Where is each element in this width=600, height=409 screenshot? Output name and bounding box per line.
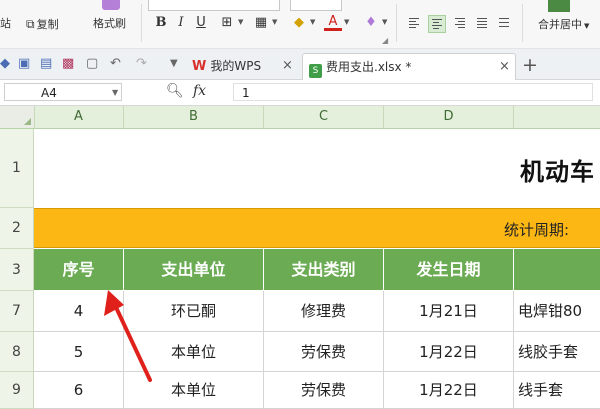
table-cell[interactable]: 1月22日 [384, 332, 514, 372]
format-painter-button[interactable]: 格式刷 [93, 14, 126, 34]
table-cell[interactable]: 电焊钳80 [514, 291, 600, 332]
format-painter-label: 格式刷 [93, 17, 126, 30]
row-header-7[interactable]: 7 [0, 291, 34, 332]
align-right-icon[interactable] [452, 15, 468, 31]
italic-button[interactable]: I [172, 14, 190, 32]
justify-icon[interactable] [474, 15, 490, 31]
chevron-down-icon: ▼ [584, 22, 590, 30]
chevron-down-icon[interactable]: ▼ [238, 18, 243, 26]
chevron-down-icon[interactable]: ▼ [112, 84, 118, 102]
row-header-9[interactable]: 9 [0, 372, 34, 409]
column-header-d[interactable]: D [384, 106, 514, 128]
save-icon[interactable]: ▣ [18, 56, 30, 72]
underline-button[interactable]: U [192, 14, 210, 32]
table-cell[interactable]: 本单位 [124, 372, 264, 409]
new-tab-button[interactable]: + [522, 53, 538, 77]
row-header-1[interactable]: 1 [0, 129, 34, 208]
header-cell-no[interactable]: 序号 [34, 249, 124, 290]
redo-icon[interactable]: ↷ [136, 56, 147, 72]
sheet-title: 机动车 [520, 158, 595, 186]
table-cell[interactable]: 6 [34, 372, 124, 409]
merge-center-button[interactable]: 合并居中 ▼ [538, 16, 589, 32]
distributed-align-icon[interactable] [496, 15, 512, 31]
print-icon[interactable]: ▩ [62, 56, 74, 72]
header-cell-unit[interactable]: 支出单位 [124, 249, 264, 290]
table-cell[interactable]: 劳保费 [264, 372, 384, 409]
column-header-b[interactable]: B [124, 106, 264, 128]
column-header-c[interactable]: C [264, 106, 384, 128]
tab-my-wps[interactable]: W 我的WPS × [192, 53, 300, 79]
select-all-corner[interactable] [0, 106, 35, 128]
borders-icon[interactable]: ⊞ [218, 14, 236, 32]
insert-function-button[interactable]: fx [193, 83, 206, 99]
clear-format-icon[interactable]: ♦ [362, 14, 380, 32]
row-header-3[interactable]: 3 [0, 249, 34, 291]
ribbon-toolbar: 站 ⧉ 复制 格式刷 B I U ⊞ ▼ ▦ ▼ ◆ ▼ A ▼ ♦ ▼ ◢ 合并… [0, 0, 600, 49]
table-cell[interactable]: 5 [34, 332, 124, 372]
column-header-bar: A B C D [0, 106, 600, 129]
spreadsheet-file-icon: S [309, 64, 322, 78]
tab-my-wps-label: 我的WPS [210, 59, 262, 73]
paste-label: 站 [0, 17, 11, 30]
table-cell[interactable]: 1月22日 [384, 372, 514, 409]
font-color-button[interactable]: A [324, 14, 342, 31]
customize-dropdown-icon[interactable]: ▼ [170, 56, 178, 72]
paste-button[interactable]: 站 [0, 14, 11, 34]
copy-label: 复制 [36, 18, 59, 31]
print-preview-icon[interactable]: ▢ [86, 56, 98, 72]
merge-center-label: 合并居中 [538, 18, 582, 31]
chevron-down-icon[interactable]: ▼ [382, 18, 387, 26]
table-cell[interactable]: 劳保费 [264, 332, 384, 372]
align-center-icon[interactable] [428, 15, 446, 33]
chevron-down-icon[interactable]: ▼ [310, 18, 315, 26]
row-header-8[interactable]: 8 [0, 332, 34, 372]
font-dialog-launcher-icon[interactable]: ◢ [382, 36, 388, 45]
font-name-input[interactable] [148, 0, 280, 11]
merge-center-icon[interactable] [548, 0, 570, 12]
group-divider [396, 4, 397, 42]
table-cell[interactable]: 修理费 [264, 291, 384, 332]
undo-icon[interactable]: ↶ [110, 56, 121, 72]
font-size-input[interactable] [290, 0, 342, 11]
copy-icon: ⧉ [26, 17, 35, 31]
name-box[interactable]: A4 [4, 83, 122, 101]
table-cell[interactable]: 本单位 [124, 332, 264, 372]
header-cell-item[interactable] [514, 249, 600, 290]
table-cell[interactable]: 线胶手套 [514, 332, 600, 372]
formula-bar: A4 ▼ 🔍︎ fx 1 [0, 80, 600, 106]
period-label: 统计周期: [504, 221, 570, 239]
close-icon[interactable]: × [282, 53, 293, 79]
chevron-down-icon[interactable]: ▼ [272, 18, 277, 26]
table-cell[interactable]: 4 [34, 291, 124, 332]
column-header-e[interactable] [514, 106, 600, 128]
fill-color-icon[interactable]: ◆ [290, 14, 308, 32]
row-header-2[interactable]: 2 [0, 208, 34, 249]
table-cell[interactable]: 线手套 [514, 372, 600, 409]
wps-logo-icon: W [192, 59, 207, 74]
format-painter-icon[interactable] [102, 0, 120, 10]
tab-expense-file[interactable]: S 费用支出.xlsx * × [302, 53, 516, 80]
zoom-icon[interactable]: 🔍︎ [166, 83, 184, 99]
title-cell[interactable] [34, 129, 600, 207]
header-cell-category[interactable]: 支出类别 [264, 249, 384, 290]
table-cell[interactable]: 1月21日 [384, 291, 514, 332]
close-icon[interactable]: × [499, 54, 510, 80]
formula-input[interactable]: 1 [233, 83, 593, 101]
bold-button[interactable]: B [152, 14, 170, 32]
copy-button[interactable]: ⧉ 复制 [26, 14, 59, 34]
fill-pattern-icon[interactable]: ▦ [252, 14, 270, 32]
header-cell-date[interactable]: 发生日期 [384, 249, 514, 290]
export-pdf-icon[interactable]: ▤ [40, 56, 52, 72]
table-cell[interactable]: 环已酮 [124, 291, 264, 332]
chevron-down-icon[interactable]: ▼ [344, 18, 349, 26]
column-header-a[interactable]: A [34, 106, 124, 128]
align-left-icon[interactable] [406, 15, 422, 31]
tab-expense-file-label: 费用支出.xlsx * [326, 60, 412, 74]
document-tab-bar: ◆ ▣ ▤ ▩ ▢ ↶ ↷ ▼ W 我的WPS × S 费用支出.xlsx * × … [0, 49, 600, 80]
open-folder-icon[interactable]: ◆ [0, 56, 10, 72]
group-divider [141, 4, 142, 42]
group-divider [522, 4, 523, 42]
